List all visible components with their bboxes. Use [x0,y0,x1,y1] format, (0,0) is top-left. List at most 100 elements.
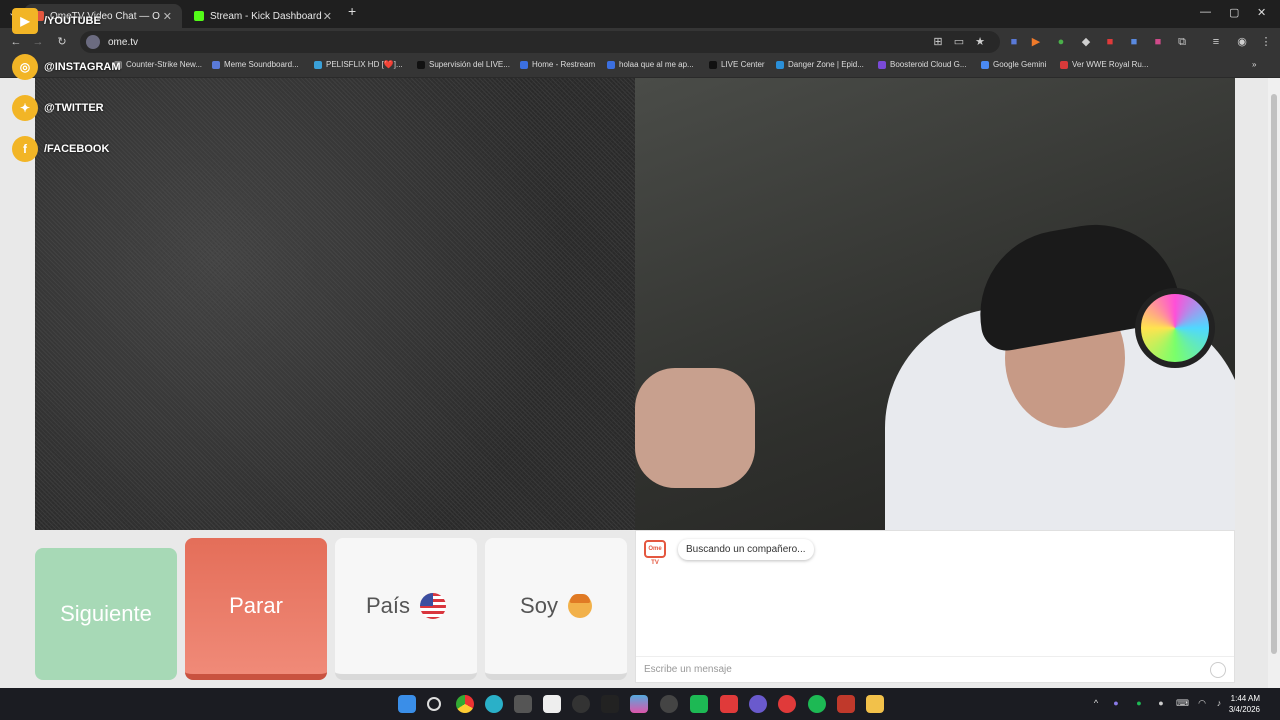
tab-kick[interactable]: Stream - Kick Dashboard ✕ [184,4,342,28]
scrollbar-thumb[interactable] [1271,94,1277,654]
extension-arrow-icon[interactable]: ▶ [1030,36,1042,48]
bookmark-item[interactable]: Supervisión del LIVE... [417,60,510,69]
overlay-youtube: ▶ /YOUTUBE [12,8,101,34]
address-bar[interactable]: ome.tv [80,31,1000,53]
instagram-icon: ◎ [12,54,38,80]
keyboard-icon[interactable]: ⌨ [1176,698,1189,710]
tray-app-icon[interactable]: ● [1110,698,1122,710]
search-icon[interactable] [427,697,441,711]
bookmark-item[interactable]: Ver WWE Royal Ru... [1060,60,1148,69]
extension-pink-icon[interactable]: ■ [1152,36,1164,48]
tray-app-icon[interactable]: ● [1155,698,1167,710]
bookmark-favicon-icon [520,60,528,69]
minimize-button[interactable]: — [1200,6,1211,18]
reload-icon[interactable]: ↻ [56,36,68,48]
start-icon[interactable] [398,695,416,713]
page-scrollbar[interactable] [1268,78,1280,688]
bookmark-item[interactable]: holaa que al me ap... [607,60,694,69]
bookmark-favicon-icon [607,60,615,69]
chat-panel: Ome TV Buscando un compañero... Escribe … [635,530,1235,683]
bookmark-item[interactable]: Counter-Strike New... [114,60,202,69]
store-icon[interactable] [514,695,532,713]
file-explorer-icon[interactable] [866,695,884,713]
bookmark-item[interactable]: Danger Zone | Epid... [776,60,864,69]
rgb-headphone [1135,288,1215,368]
chatgpt-icon[interactable] [572,695,590,713]
close-tab-icon[interactable]: ✕ [323,10,332,23]
settings-icon[interactable] [660,695,678,713]
browser-tabstrip: ⌄ OmeTV Video Chat — Ome ✕ Stream - Kick… [0,0,1280,28]
self-camera-video [635,78,1235,530]
facebook-icon: f [12,136,38,162]
system-clock[interactable]: 1:44 AM 3/4/2026 [1229,693,1260,715]
close-window-button[interactable]: ✕ [1257,6,1266,19]
translate-icon[interactable]: ⊞ [932,36,944,48]
ometv-page: ▶ /YOUTUBE ◎ @INSTAGRAM ✦ @TWITTER f /FA… [0,8,1280,688]
clock-time: 1:44 AM [1230,694,1260,703]
close-tab-icon[interactable]: ✕ [163,10,172,23]
spotify-icon[interactable] [808,695,826,713]
tray-spotify-icon[interactable]: ● [1133,698,1145,710]
volume-icon[interactable]: ♪ [1213,698,1225,710]
vivaldi-icon[interactable] [720,695,738,713]
bookmark-star-icon[interactable]: ★ [974,36,986,48]
edge-icon[interactable] [485,695,503,713]
extensions-puzzle-icon[interactable]: ⧉ [1176,36,1188,48]
site-info-icon[interactable] [86,35,100,49]
message-input[interactable]: Escribe un mensaje [636,656,1234,682]
forward-icon[interactable]: → [32,36,44,48]
back-icon[interactable]: ← [10,36,22,48]
bookmark-favicon-icon [1060,60,1068,69]
copilot-icon[interactable] [630,695,648,713]
tray-overflow-icon[interactable]: ^ [1090,698,1102,710]
chrome-icon[interactable] [456,695,474,713]
i-am-button[interactable]: Soy [485,538,627,680]
bookmark-favicon-icon [314,60,322,69]
bookmark-item[interactable]: Boosteroid Cloud G... [878,60,966,69]
tab-groups-icon[interactable]: ≡ [1210,36,1222,48]
extension-red-icon[interactable]: ■ [1104,36,1116,48]
message-placeholder: Escribe un mensaje [644,664,732,675]
new-tab-button[interactable]: + [348,3,356,19]
us-flag-icon [420,593,447,619]
ometv-logo-icon: Ome TV [644,540,666,566]
stop-button[interactable]: Parar [185,538,327,680]
tab-title: Stream - Kick Dashboard [210,10,322,22]
status-message: Buscando un compañero... [678,539,814,560]
youtube-icon: ▶ [12,8,38,34]
menu-kebab-icon[interactable]: ⋮ [1260,36,1272,48]
bookmark-item[interactable]: Meme Soundboard... [212,60,299,69]
bookmark-item[interactable]: Google Gemini [981,60,1046,69]
youtube-music-icon[interactable] [778,695,796,713]
extension-diamond-icon[interactable]: ◆ [1080,36,1092,48]
bookmark-item[interactable]: LIVE Center [709,60,765,69]
emoji-icon[interactable] [1210,662,1226,678]
video-grain [35,78,635,530]
wifi-icon[interactable]: ◠ [1196,698,1208,710]
capcut-icon[interactable] [543,695,561,713]
extension-shield-icon[interactable]: ■ [1008,36,1020,48]
country-button[interactable]: País [335,538,477,680]
bookmarks-overflow-icon[interactable]: » [1252,60,1256,69]
app-red-icon[interactable] [837,695,855,713]
kick-favicon-icon [194,11,204,21]
bookmark-item[interactable]: Home - Restream [520,60,595,69]
profile-icon[interactable]: ◉ [1236,36,1248,48]
extension-chrome-icon[interactable]: ● [1055,36,1067,48]
extension-translate-icon[interactable]: ■ [1128,36,1140,48]
app-green-icon[interactable] [690,695,708,713]
app-purple-icon[interactable] [749,695,767,713]
cast-icon[interactable]: ▭ [953,36,965,48]
bookmark-favicon-icon [878,60,886,69]
bookmark-favicon-icon [212,60,220,69]
boy-face-icon [567,594,592,618]
app-sparkle-icon[interactable] [601,695,619,713]
bookmark-favicon-icon [776,60,784,69]
next-button[interactable]: Siguiente [35,548,177,680]
maximize-button[interactable]: ▢ [1229,6,1239,19]
person-arm [635,368,755,488]
bookmark-item[interactable]: PELISFLIX HD [❤️]... [314,60,403,69]
bookmarks-bar: Counter-Strike New... Meme Soundboard...… [0,56,1280,78]
overlay-instagram: ◎ @INSTAGRAM [12,54,121,80]
overlay-facebook: f /FACEBOOK [12,136,109,162]
